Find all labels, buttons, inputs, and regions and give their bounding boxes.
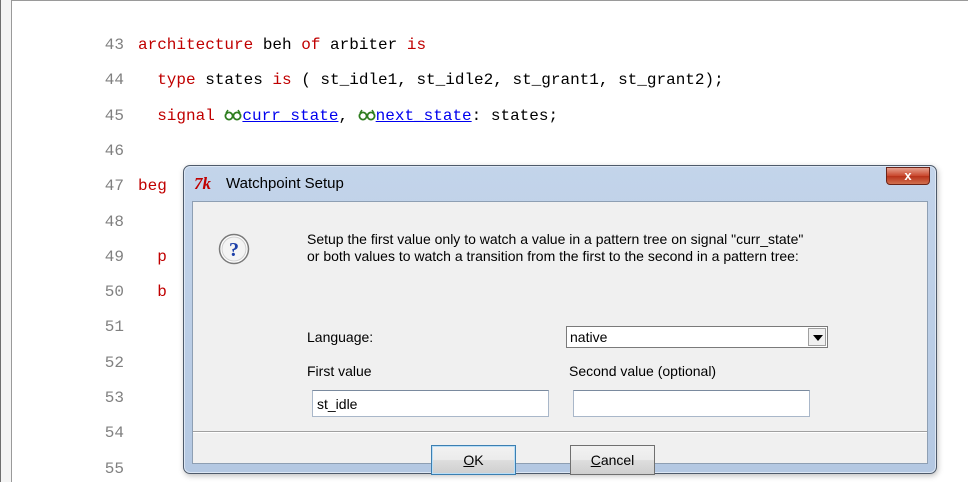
message-line-1: Setup the first value only to watch a va… xyxy=(307,231,804,247)
code-text: signal curr_state, next_state: states; xyxy=(138,104,558,128)
svg-text:?: ? xyxy=(229,239,239,261)
line-number: 45 xyxy=(104,106,124,125)
second-value-field[interactable] xyxy=(573,390,810,417)
cancel-mnemonic: C xyxy=(590,452,601,468)
line-number: 46 xyxy=(104,141,124,160)
dialog-title: Watchpoint Setup xyxy=(226,175,344,192)
chevron-down-icon[interactable] xyxy=(808,328,826,346)
line-number: 47 xyxy=(104,177,124,196)
watch-glasses-icon[interactable] xyxy=(224,109,242,121)
ok-mnemonic: O xyxy=(463,452,475,468)
language-select-value: native xyxy=(570,329,608,345)
watch-glasses-icon[interactable] xyxy=(358,109,376,121)
keyword: type xyxy=(157,71,196,90)
language-label: Language: xyxy=(307,329,374,345)
line-number: 49 xyxy=(104,247,124,266)
cancel-label: ancel xyxy=(600,452,635,468)
button-separator xyxy=(193,431,927,433)
message-line-2: or both values to watch a transition fro… xyxy=(307,248,799,264)
cancel-button[interactable]: Cancel xyxy=(570,445,655,475)
line-number: 53 xyxy=(104,389,124,407)
line-number: 50 xyxy=(104,283,124,302)
dialog-body: ? Setup the first value only to watch a … xyxy=(192,201,928,475)
code-text: p xyxy=(138,245,167,269)
code-token: , xyxy=(338,106,358,125)
keyword: is xyxy=(406,36,427,54)
line-number: 51 xyxy=(104,318,124,337)
keyword: p xyxy=(157,247,167,266)
keyword: signal xyxy=(157,106,215,125)
signal-link[interactable]: curr_state xyxy=(242,107,338,125)
keyword: of xyxy=(301,36,321,54)
question-icon: ? xyxy=(218,233,250,265)
code-text: type states is ( st_idle1, st_idle2, st_… xyxy=(138,68,724,92)
keyword: beg xyxy=(138,177,167,196)
code-token: arbiter xyxy=(320,36,407,54)
code-text: beg xyxy=(138,174,167,198)
code-token: states xyxy=(195,71,273,90)
editor-left-border xyxy=(0,0,12,482)
code-text: architecture beh of arbiter is xyxy=(138,33,426,57)
first-value-label: First value xyxy=(307,363,372,379)
keyword: is xyxy=(272,71,292,90)
dialog-title-bar[interactable]: 7k Watchpoint Setup x xyxy=(184,166,936,201)
second-value-label: Second value (optional) xyxy=(569,363,717,379)
first-value-field[interactable]: st_idle xyxy=(312,390,549,417)
close-button[interactable]: x xyxy=(886,167,930,185)
line-number: 44 xyxy=(104,71,124,90)
keyword: b xyxy=(157,283,167,302)
code-token: ( st_idle1, st_idle2, st_grant1, st_gran… xyxy=(291,71,724,90)
line-number: 48 xyxy=(104,212,124,231)
code-token: : states; xyxy=(471,106,559,125)
line-number: 54 xyxy=(104,424,124,443)
line-number: 43 xyxy=(104,36,124,54)
first-value-text: st_idle xyxy=(317,396,358,412)
line-number: 55 xyxy=(104,459,124,478)
dialog-message: Setup the first value only to watch a va… xyxy=(307,231,927,265)
signal-link[interactable]: next_state xyxy=(376,107,472,125)
code-text: b xyxy=(138,280,167,304)
ok-button[interactable]: OK xyxy=(431,445,516,475)
code-token: beh xyxy=(253,36,302,54)
ok-label: K xyxy=(474,452,484,468)
watchpoint-setup-dialog: 7k Watchpoint Setup x ? Setup the first … xyxy=(183,165,937,475)
language-select[interactable]: native xyxy=(566,326,828,348)
line-number: 52 xyxy=(104,353,124,372)
keyword: architecture xyxy=(138,36,254,54)
editor-top-border xyxy=(12,0,968,9)
app-logo-icon: 7k xyxy=(194,174,211,193)
